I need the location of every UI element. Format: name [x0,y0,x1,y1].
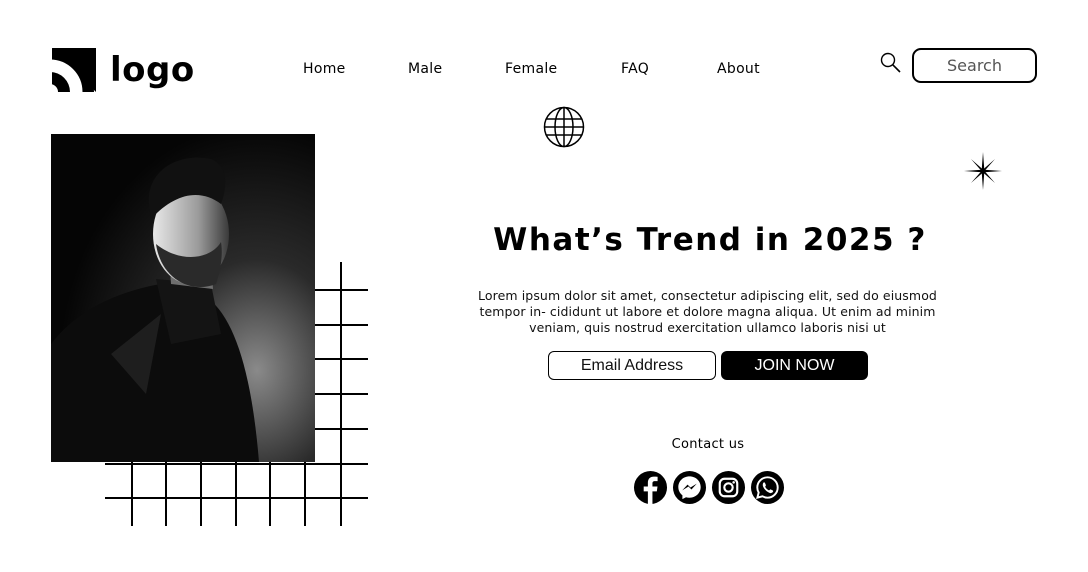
nav-about[interactable]: About [717,61,760,77]
join-now-button[interactable]: JOIN NOW [721,351,868,380]
messenger-icon[interactable] [672,470,707,505]
hero-description: Lorem ipsum dolor sit amet, consectetur … [478,288,937,335]
hero-photo [51,134,315,462]
nav-faq[interactable]: FAQ [621,61,649,77]
nav-male[interactable]: Male [408,61,442,77]
hero-headline: What’s Trend in 2025 ? [493,222,927,258]
sparkle-icon [964,152,1002,190]
instagram-icon[interactable] [711,470,746,505]
nav-female[interactable]: Female [505,61,557,77]
globe-icon [543,106,585,148]
nav-home[interactable]: Home [303,61,346,77]
social-links [633,470,785,505]
contact-label: Contact us [671,437,745,452]
facebook-icon[interactable] [633,470,668,505]
email-field[interactable] [548,351,716,380]
search-icon[interactable] [880,52,902,74]
search-input[interactable] [912,48,1037,83]
whatsapp-icon[interactable] [750,470,785,505]
